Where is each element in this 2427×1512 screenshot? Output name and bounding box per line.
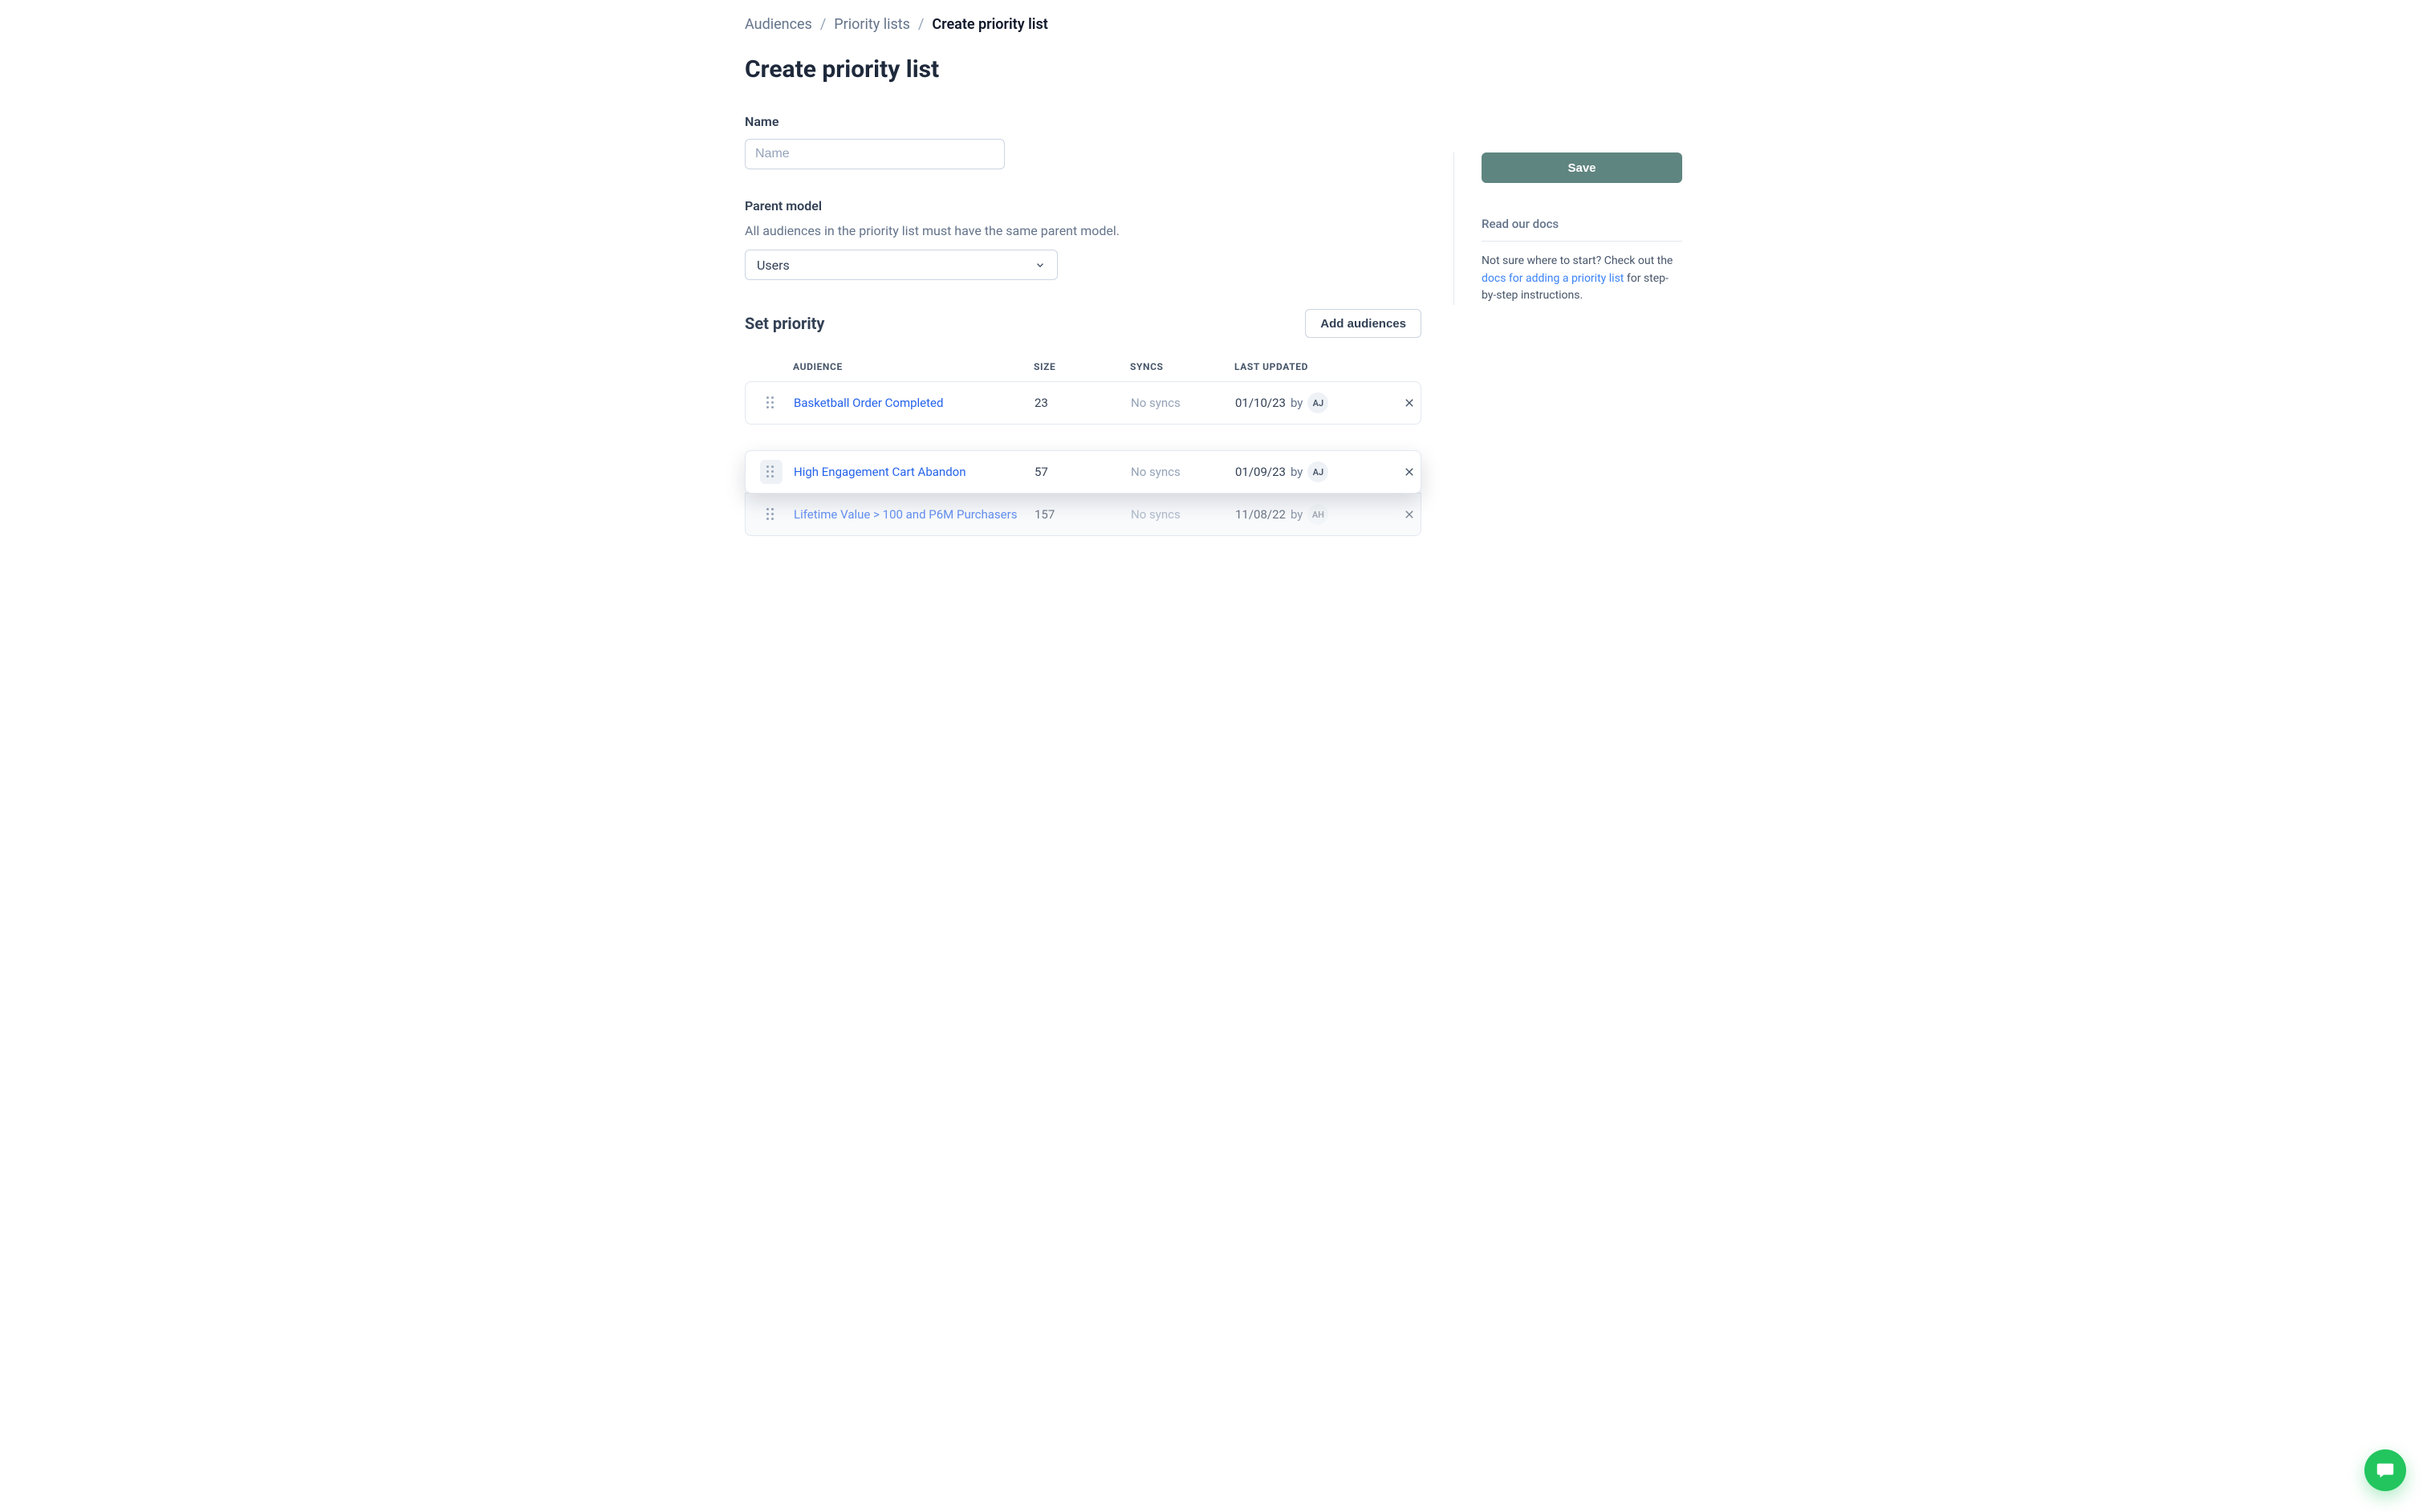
avatar: AH	[1307, 504, 1328, 525]
save-button[interactable]: Save	[1482, 152, 1682, 183]
audience-updated: 01/10/23 by AJ	[1235, 392, 1396, 413]
audience-link[interactable]: Basketball Order Completed	[794, 396, 943, 410]
table-row: Lifetime Value > 100 and P6M Purchasers …	[745, 493, 1421, 536]
table-row: Basketball Order Completed 23 No syncs 0…	[745, 381, 1421, 425]
set-priority-title: Set priority	[745, 314, 824, 333]
docs-paragraph: Not sure where to start? Check out the d…	[1482, 253, 1682, 305]
updated-by-label: by	[1291, 465, 1303, 479]
updated-by-label: by	[1291, 396, 1303, 410]
col-size: SIZE	[1034, 361, 1130, 372]
audience-size: 157	[1035, 507, 1131, 522]
docs-link[interactable]: docs for adding a priority list	[1482, 272, 1624, 285]
audience-syncs: No syncs	[1131, 396, 1235, 410]
parent-model-group: Parent model All audiences in the priori…	[745, 198, 1421, 280]
page-title: Create priority list	[745, 55, 1421, 83]
audience-link[interactable]: Lifetime Value > 100 and P6M Purchasers	[794, 507, 1017, 522]
col-last-updated: LAST UPDATED	[1234, 361, 1395, 372]
breadcrumb-separator: /	[918, 16, 924, 33]
name-field-group: Name	[745, 114, 1421, 169]
avatar: AJ	[1307, 461, 1328, 482]
close-icon	[1404, 466, 1415, 478]
close-icon	[1404, 397, 1415, 408]
name-label: Name	[745, 114, 1421, 129]
breadcrumb-link-audiences[interactable]: Audiences	[745, 16, 812, 33]
audience-syncs: No syncs	[1131, 465, 1235, 479]
drag-handle-icon[interactable]	[760, 502, 783, 526]
col-audience: AUDIENCE	[793, 361, 1034, 372]
updated-by-label: by	[1291, 507, 1303, 522]
drag-handle-icon[interactable]	[760, 391, 783, 415]
audience-updated: 01/09/23 by AJ	[1235, 461, 1396, 482]
audience-size: 23	[1035, 396, 1131, 410]
docs-text-before: Not sure where to start? Check out the	[1482, 254, 1673, 267]
docs-heading: Read our docs	[1482, 217, 1682, 242]
breadcrumb: Audiences / Priority lists / Create prio…	[745, 16, 1421, 33]
name-input[interactable]	[745, 139, 1005, 169]
updated-date: 01/10/23	[1235, 396, 1286, 410]
parent-model-help: All audiences in the priority list must …	[745, 223, 1421, 238]
updated-date: 01/09/23	[1235, 465, 1286, 479]
remove-row-button[interactable]	[1398, 461, 1421, 483]
remove-row-button[interactable]	[1398, 503, 1421, 526]
col-syncs: SYNCS	[1130, 361, 1234, 372]
remove-row-button[interactable]	[1398, 392, 1421, 414]
audience-link[interactable]: High Engagement Cart Abandon	[794, 465, 966, 479]
audience-updated: 11/08/22 by AH	[1235, 504, 1396, 525]
chevron-down-icon	[1035, 259, 1046, 270]
parent-model-label: Parent model	[745, 198, 1421, 213]
add-audiences-button[interactable]: Add audiences	[1305, 309, 1421, 338]
chat-launcher-button[interactable]	[2364, 1449, 2406, 1491]
table-header: AUDIENCE SIZE SYNCS LAST UPDATED	[745, 352, 1421, 381]
parent-model-selected-value: Users	[757, 258, 790, 273]
audience-syncs: No syncs	[1131, 507, 1235, 522]
drag-handle-icon[interactable]	[760, 460, 783, 484]
avatar: AJ	[1307, 392, 1328, 413]
chat-icon	[2375, 1460, 2396, 1481]
table-row: High Engagement Cart Abandon 57 No syncs…	[745, 450, 1421, 494]
updated-date: 11/08/22	[1235, 507, 1286, 522]
set-priority-header: Set priority Add audiences	[745, 309, 1421, 338]
priority-table: AUDIENCE SIZE SYNCS LAST UPDATED Basketb…	[745, 352, 1421, 536]
close-icon	[1404, 509, 1415, 520]
parent-model-select[interactable]: Users	[745, 250, 1058, 280]
breadcrumb-link-priority-lists[interactable]: Priority lists	[834, 16, 910, 33]
audience-size: 57	[1035, 465, 1131, 479]
breadcrumb-current: Create priority list	[932, 16, 1047, 33]
breadcrumb-separator: /	[820, 16, 826, 33]
